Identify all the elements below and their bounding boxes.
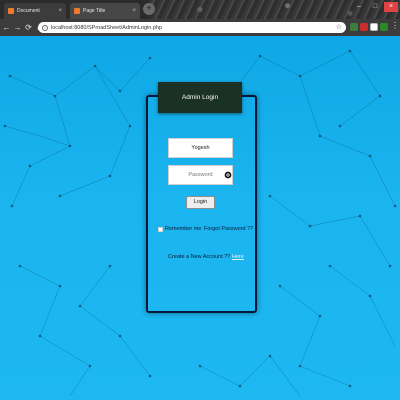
tab-favicon-icon <box>74 8 80 14</box>
show-password-eye-icon[interactable] <box>224 171 232 179</box>
extension-icon[interactable] <box>360 23 368 31</box>
tab-title: Page Title <box>83 8 106 14</box>
star-icon[interactable]: ☆ <box>336 23 342 31</box>
site-info-icon[interactable]: i <box>42 24 48 31</box>
create-account-row: Create a New Account ?? Here <box>168 254 244 260</box>
create-account-text: Create a New Account ?? <box>168 254 231 260</box>
tab-close-icon[interactable]: × <box>132 8 136 14</box>
forward-arrow-icon[interactable]: → <box>13 22 22 34</box>
kebab-menu-icon[interactable]: ⋮ <box>391 21 399 30</box>
reload-icon[interactable]: ⟳ <box>24 22 33 34</box>
browser-tabstrip: Document × Page Title × + – □ × <box>0 0 400 19</box>
browser-toolbar: ← → ⟳ ⌂ i localhost:8080/SProadSheet/Adm… <box>0 19 400 36</box>
username-input[interactable] <box>168 138 233 158</box>
new-tab-button[interactable]: + <box>143 3 155 15</box>
create-account-link[interactable]: Here <box>232 254 244 260</box>
remember-me-label: Remember me <box>165 226 202 232</box>
back-arrow-icon[interactable]: ← <box>2 22 11 34</box>
window-maximize-button[interactable]: □ <box>368 2 382 12</box>
browser-tab-document[interactable]: Document × <box>4 3 66 19</box>
remember-me-checkbox[interactable] <box>158 226 163 232</box>
extension-icon[interactable] <box>370 23 378 31</box>
login-card-title: Admin Login <box>158 82 242 113</box>
extension-icon[interactable] <box>350 23 358 31</box>
address-url[interactable]: localhost:8080/SProadSheet/AdminLogin.ph… <box>51 25 162 31</box>
tab-close-icon[interactable]: × <box>58 8 62 14</box>
window-minimize-button[interactable]: – <box>352 2 366 12</box>
tab-favicon-icon <box>8 8 14 14</box>
tab-title: Document <box>17 8 40 14</box>
window-close-button[interactable]: × <box>384 2 398 12</box>
browser-tab-page-title[interactable]: Page Title × <box>70 3 140 19</box>
login-button[interactable]: Login <box>186 196 215 209</box>
extension-icon[interactable] <box>380 23 388 31</box>
remember-me-checkbox-row[interactable]: Remember me <box>158 226 201 232</box>
address-bar[interactable]: i localhost:8080/SProadSheet/AdminLogin.… <box>38 22 346 33</box>
forgot-password-link[interactable]: Forgot Password ?? <box>204 226 253 232</box>
